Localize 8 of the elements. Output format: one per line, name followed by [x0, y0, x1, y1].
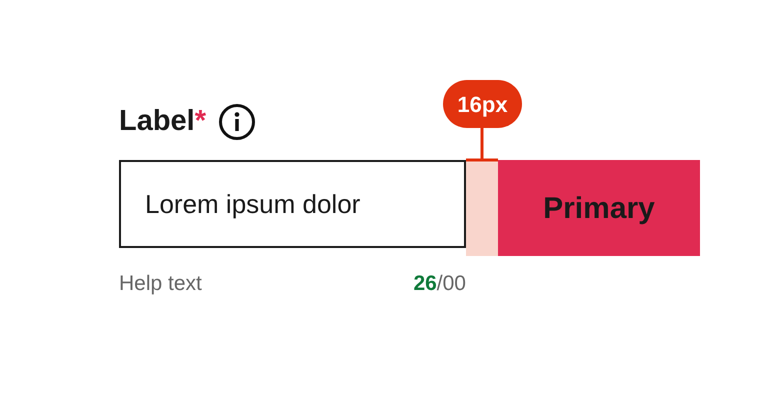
- leader-line: [466, 128, 498, 162]
- field-label: Label*: [119, 104, 206, 140]
- help-text: Help text: [119, 271, 202, 297]
- text-input[interactable]: Lorem ipsum dolor: [119, 160, 466, 248]
- spacing-badge: 16px: [443, 80, 522, 128]
- character-counter: 26/00: [413, 271, 466, 297]
- primary-button[interactable]: Primary: [498, 160, 700, 256]
- info-icon[interactable]: [218, 103, 256, 141]
